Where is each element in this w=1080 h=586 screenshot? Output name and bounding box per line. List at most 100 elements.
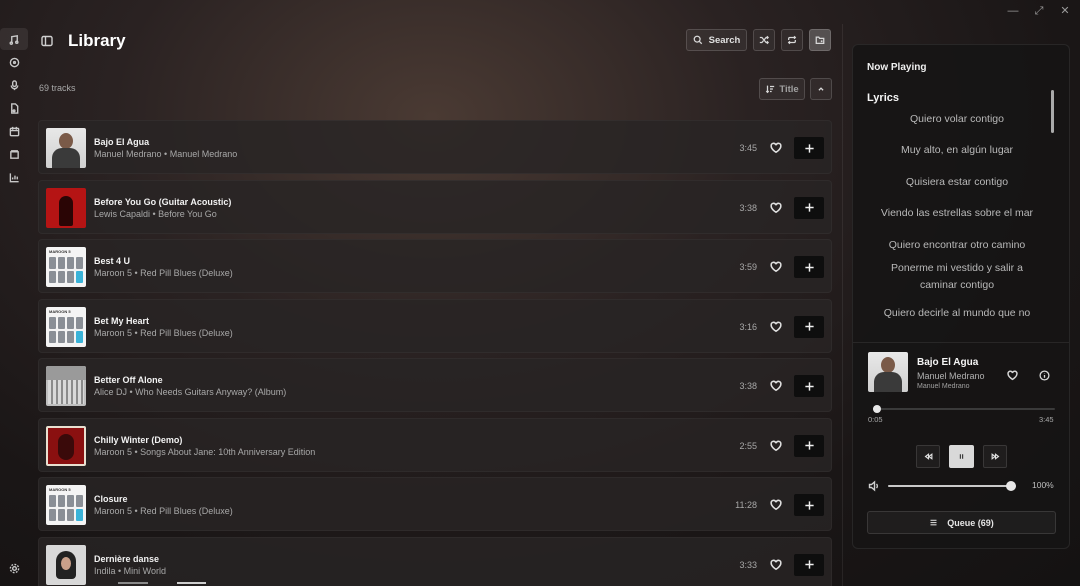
add-to-queue-button[interactable] <box>794 196 824 219</box>
track-row[interactable]: Dernière danse Indila • Mini World 3:33 <box>38 536 832 586</box>
add-to-queue-button[interactable] <box>794 434 824 457</box>
album-cover: MAROON 5 <box>46 485 86 525</box>
time-current: 0:05 <box>868 415 883 424</box>
repeat-icon <box>787 35 797 45</box>
maximize-icon[interactable]: ⤢ <box>1032 4 1046 18</box>
track-duration: 3:59 <box>739 262 757 272</box>
track-artist-album: Maroon 5 • Songs About Jane: 10th Annive… <box>94 446 316 457</box>
microphone-icon[interactable] <box>0 74 28 96</box>
track-row[interactable]: Better Off Alone Alice DJ • Who Needs Gui… <box>38 358 832 412</box>
heart-icon[interactable] <box>770 201 782 213</box>
volume-slider[interactable] <box>888 481 1016 491</box>
heart-icon[interactable] <box>770 439 782 451</box>
disc-icon[interactable] <box>0 51 28 73</box>
heart-icon[interactable] <box>770 320 782 332</box>
add-to-queue-button[interactable] <box>794 494 824 516</box>
track-duration: 11:28 <box>735 500 757 510</box>
add-to-queue-button[interactable] <box>794 137 824 159</box>
track-title: Closure <box>94 494 128 504</box>
stats-icon[interactable] <box>0 166 28 188</box>
track-duration: 3:33 <box>739 559 757 570</box>
volume-percent: 100% <box>1032 480 1054 490</box>
heart-icon[interactable] <box>770 141 782 154</box>
lyric-line: Quiero volar contigo <box>910 113 1004 125</box>
lyric-line: Muy alto, en algún lugar <box>900 144 1014 156</box>
now-playing-heading: Now Playing <box>867 62 927 73</box>
divider <box>853 342 1069 343</box>
volume-icon[interactable] <box>868 479 880 492</box>
time-total: 3:45 <box>1039 415 1054 424</box>
sort-direction-button[interactable] <box>810 78 832 100</box>
queue-button[interactable]: Queue (69) <box>867 511 1056 534</box>
add-folder-button[interactable] <box>809 29 831 51</box>
plus-icon <box>804 560 814 569</box>
minimize-icon[interactable]: — <box>1006 4 1020 18</box>
calendar-icon[interactable] <box>0 120 28 142</box>
now-playing-panel: Now Playing Lyrics Quiero volar contigo M… <box>852 44 1070 549</box>
pause-button[interactable] <box>949 445 974 468</box>
plus-icon <box>804 500 814 510</box>
track-artist-album: Alice DJ • Who Needs Guitars Anyway? (Al… <box>94 387 287 397</box>
close-icon[interactable]: ✕ <box>1058 4 1072 18</box>
plus-icon <box>804 262 814 272</box>
track-title: Best 4 U <box>94 256 131 266</box>
track-row[interactable]: MAROON 5 Closure Maroon 5 • Red Pill Blues… <box>38 477 832 531</box>
cover-label: MAROON 5 <box>49 308 71 314</box>
progress-slider[interactable] <box>872 405 1055 413</box>
window-controls: — ⤢ ✕ <box>1006 4 1072 18</box>
track-title: Chilly Winter (Demo) <box>94 434 183 445</box>
info-icon[interactable] <box>1039 368 1050 381</box>
heart-icon[interactable] <box>770 260 782 273</box>
progress-knob[interactable] <box>872 405 881 413</box>
track-artist-album: Indila • Mini World <box>94 565 167 576</box>
lyric-line: Viendo las estrellas sobre el mar <box>880 207 1034 219</box>
track-row[interactable]: Bajo El Agua Manuel Medrano • Manuel Medr… <box>38 120 832 174</box>
sort-icon <box>766 85 775 94</box>
track-row[interactable]: MAROON 5 Best 4 U Maroon 5 • Red Pill Blue… <box>38 239 832 293</box>
album-cover <box>46 544 86 585</box>
volume-knob[interactable] <box>1006 481 1016 491</box>
add-to-queue-button[interactable] <box>794 256 824 278</box>
panel-divider <box>842 24 843 586</box>
heart-icon[interactable] <box>770 498 782 511</box>
now-playing-artist: Manuel Medrano <box>917 371 985 381</box>
search-button[interactable]: Search <box>686 29 747 51</box>
cover-label: MAROON 5 <box>49 487 71 492</box>
music-library-icon[interactable] <box>0 28 28 50</box>
album-cover <box>46 366 86 406</box>
folder-icon[interactable] <box>0 143 28 165</box>
sidebar-toggle-icon[interactable] <box>41 34 55 48</box>
heart-icon[interactable] <box>770 379 782 392</box>
folder-add-icon <box>815 36 825 44</box>
file-music-icon[interactable] <box>0 97 28 119</box>
track-row[interactable]: Before You Go (Guitar Acoustic) Lewis Cap… <box>38 179 832 234</box>
settings-icon[interactable] <box>0 558 28 578</box>
album-cover: MAROON 5 <box>46 247 86 287</box>
repeat-button[interactable] <box>781 29 803 51</box>
search-label: Search <box>708 34 741 46</box>
lyric-line: Quiero encontrar otro camino <box>888 239 1026 251</box>
now-playing-title: Bajo El Agua <box>917 357 979 368</box>
lyric-line: Quisiera estar contigo <box>905 176 1009 188</box>
heart-icon[interactable] <box>770 558 782 570</box>
track-artist-album: Maroon 5 • Red Pill Blues (Deluxe) <box>94 327 233 338</box>
add-to-queue-button[interactable] <box>794 553 824 576</box>
track-row[interactable]: MAROON 5 Bet My Heart Maroon 5 • Red Pill … <box>38 298 832 353</box>
sort-button[interactable]: Title <box>759 78 805 100</box>
page-title: Library <box>68 31 126 50</box>
album-cover <box>46 187 86 228</box>
track-artist-album: Maroon 5 • Red Pill Blues (Deluxe) <box>94 268 233 278</box>
favorite-heart-icon[interactable] <box>1007 368 1018 381</box>
scroll-indicator[interactable] <box>177 582 206 584</box>
add-to-queue-button[interactable] <box>794 315 824 338</box>
now-playing-cover <box>868 352 908 392</box>
add-to-queue-button[interactable] <box>794 375 824 397</box>
album-cover <box>46 425 86 466</box>
album-cover: MAROON 5 <box>46 306 86 347</box>
previous-button[interactable] <box>916 445 940 468</box>
next-button[interactable] <box>983 445 1007 468</box>
shuffle-button[interactable] <box>753 29 775 51</box>
scroll-indicator[interactable] <box>118 582 148 584</box>
pause-icon <box>959 454 964 459</box>
track-row[interactable]: Chilly Winter (Demo) Maroon 5 • Songs Abo… <box>38 417 832 472</box>
